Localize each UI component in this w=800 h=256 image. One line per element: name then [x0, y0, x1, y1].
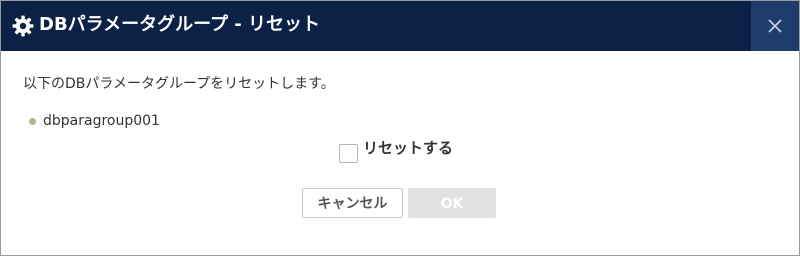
close-icon: [768, 19, 782, 33]
bullet-icon: [29, 118, 36, 125]
reset-dialog: DBパラメータグループ - リセット 以下のDBパラメータグループをリセットしま…: [0, 0, 800, 256]
reset-message: 以下のDBパラメータグループをリセットします。: [23, 76, 335, 92]
dialog-titlebar: DBパラメータグループ - リセット: [1, 1, 799, 51]
reset-confirm-checkbox[interactable]: [339, 144, 358, 163]
parameter-group-name: dbparagroup001: [43, 113, 160, 129]
dialog-title: DBパラメータグループ - リセット: [39, 14, 321, 35]
cancel-button[interactable]: キャンセル: [302, 188, 403, 218]
gear-icon: [11, 14, 35, 38]
reset-confirm-label[interactable]: リセットする: [363, 138, 453, 158]
ok-button[interactable]: OK: [408, 188, 496, 218]
close-button[interactable]: [751, 1, 799, 51]
